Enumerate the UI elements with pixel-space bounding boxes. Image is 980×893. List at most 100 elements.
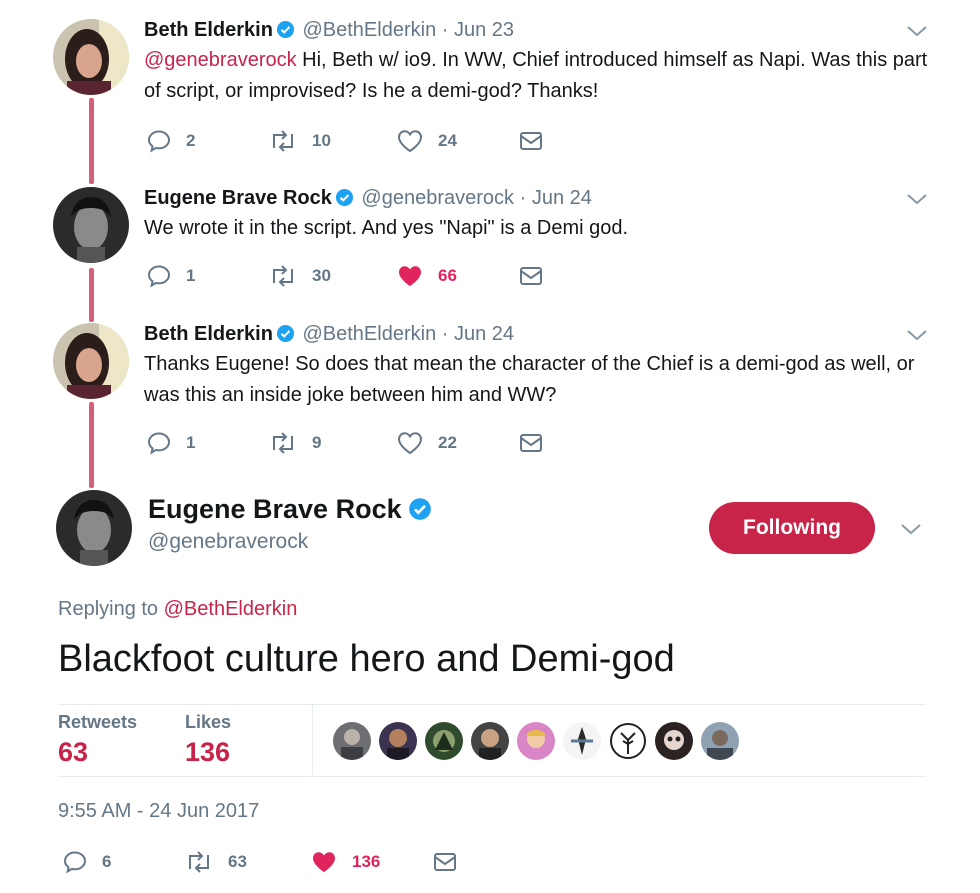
reply-icon [147,265,171,288]
heart-icon [397,130,423,153]
tweet-header: Eugene Brave Rock @genebraverock · Jun 2… [144,186,592,210]
like-count: 136 [352,852,381,871]
retweet-icon [273,130,293,152]
reply-button[interactable]: 1 [146,263,195,289]
like-button[interactable]: 22 [396,430,457,456]
separator: · [519,187,527,209]
reply-button[interactable]: 2 [146,128,195,154]
main-user-handle[interactable]: @genebraverock [148,530,308,554]
likes-stat[interactable]: Likes 136 [185,712,231,768]
reply-count: 6 [102,852,112,871]
likes-value: 136 [185,737,231,767]
likes-label: Likes [185,712,232,732]
heart-filled-icon [313,852,335,872]
like-count: 66 [438,266,457,285]
retweet-button[interactable]: 63 [184,849,247,875]
liker-avatar[interactable] [425,722,463,760]
tweet-text: Thanks Eugene! So does that mean the cha… [144,353,915,406]
retweets-stat[interactable]: Retweets 63 [58,712,137,768]
replying-to: Replying to @BethElderkin [58,598,297,621]
tweet-text: @genebraverock Hi, Beth w/ io9. In WW, C… [144,45,944,107]
mention-link[interactable]: @genebraverock [144,49,297,71]
tweet-date[interactable]: Jun 23 [454,19,514,41]
liker-avatar[interactable] [333,722,371,760]
envelope-icon [520,132,542,150]
chevron-down-icon[interactable] [906,24,928,38]
display-name[interactable]: Beth Elderkin [144,19,273,41]
replying-to-link[interactable]: @BethElderkin [164,598,298,620]
direct-message-button[interactable] [518,430,544,456]
direct-message-button[interactable] [432,849,458,875]
separator: · [441,323,449,345]
divider [58,704,926,705]
tweet-timestamp[interactable]: 9:55 AM - 24 Jun 2017 [58,800,259,823]
reply-icon [147,432,171,455]
user-handle[interactable]: @BethElderkin [302,323,436,345]
retweets-value: 63 [58,737,89,767]
thread-tweet[interactable]: Beth Elderkin @BethElderkin · Jun 24 Tha… [0,302,980,480]
main-display-name[interactable]: Eugene Brave Rock [148,494,434,525]
like-button[interactable]: 66 [396,263,457,289]
reply-icon [63,851,87,874]
retweet-count: 30 [312,266,331,285]
tweet-header: Beth Elderkin @BethElderkin · Jun 24 [144,322,514,346]
liker-avatar[interactable] [379,722,417,760]
thread-tweet[interactable]: Eugene Brave Rock @genebraverock · Jun 2… [0,166,980,306]
liker-avatar[interactable] [609,722,647,760]
separator: · [441,19,449,41]
envelope-icon [434,853,456,871]
display-name[interactable]: Eugene Brave Rock [144,187,332,209]
reply-count: 2 [186,131,196,150]
retweet-icon [273,265,293,287]
heart-filled-icon [399,266,421,286]
reply-count: 1 [186,266,196,285]
reply-button[interactable]: 6 [62,849,111,875]
verified-badge-icon [276,324,294,343]
tweet-header: Beth Elderkin @BethElderkin · Jun 23 [144,18,514,42]
heart-icon [397,432,423,455]
like-button[interactable]: 24 [396,128,457,154]
user-handle[interactable]: @BethElderkin [302,19,436,41]
liker-avatar[interactable] [517,722,555,760]
retweet-button[interactable]: 10 [268,128,331,154]
retweet-button[interactable]: 9 [268,430,321,456]
verified-badge-icon [335,188,353,207]
liker-avatar[interactable] [655,722,693,760]
divider [58,776,926,777]
avatar[interactable] [53,187,129,263]
liker-avatar[interactable] [563,722,601,760]
retweet-icon [273,432,293,454]
display-name[interactable]: Beth Elderkin [144,323,273,345]
liker-avatar[interactable] [471,722,509,760]
main-name-text[interactable]: Eugene Brave Rock [148,494,402,524]
direct-message-button[interactable] [518,263,544,289]
divider-vertical [312,704,313,776]
thread-tweet[interactable]: Beth Elderkin @BethElderkin · Jun 23 @ge… [0,0,980,170]
user-handle[interactable]: @genebraverock [361,187,514,209]
avatar[interactable] [53,323,129,399]
likers-avatars [333,722,739,760]
retweet-button[interactable]: 30 [268,263,331,289]
tweet-date[interactable]: Jun 24 [532,187,592,209]
envelope-icon [520,434,542,452]
retweets-label: Retweets [58,712,138,732]
following-button[interactable]: Following [709,502,875,554]
retweet-count: 10 [312,131,331,150]
retweet-icon [189,851,209,873]
tweet-date[interactable]: Jun 24 [454,323,514,345]
replying-prefix: Replying to [58,598,164,620]
chevron-down-icon[interactable] [906,328,928,342]
chevron-down-icon[interactable] [906,192,928,206]
direct-message-button[interactable] [518,128,544,154]
like-count: 24 [438,131,457,150]
chevron-down-icon[interactable] [900,522,922,536]
avatar[interactable] [53,19,129,95]
main-avatar[interactable] [56,490,132,566]
tweet-text: We wrote it in the script. And yes "Napi… [144,217,629,239]
liker-avatar[interactable] [701,722,739,760]
like-button[interactable]: 136 [310,849,380,875]
retweet-count: 9 [312,433,322,452]
reply-button[interactable]: 1 [146,430,195,456]
envelope-icon [520,267,542,285]
reply-icon [147,130,171,153]
